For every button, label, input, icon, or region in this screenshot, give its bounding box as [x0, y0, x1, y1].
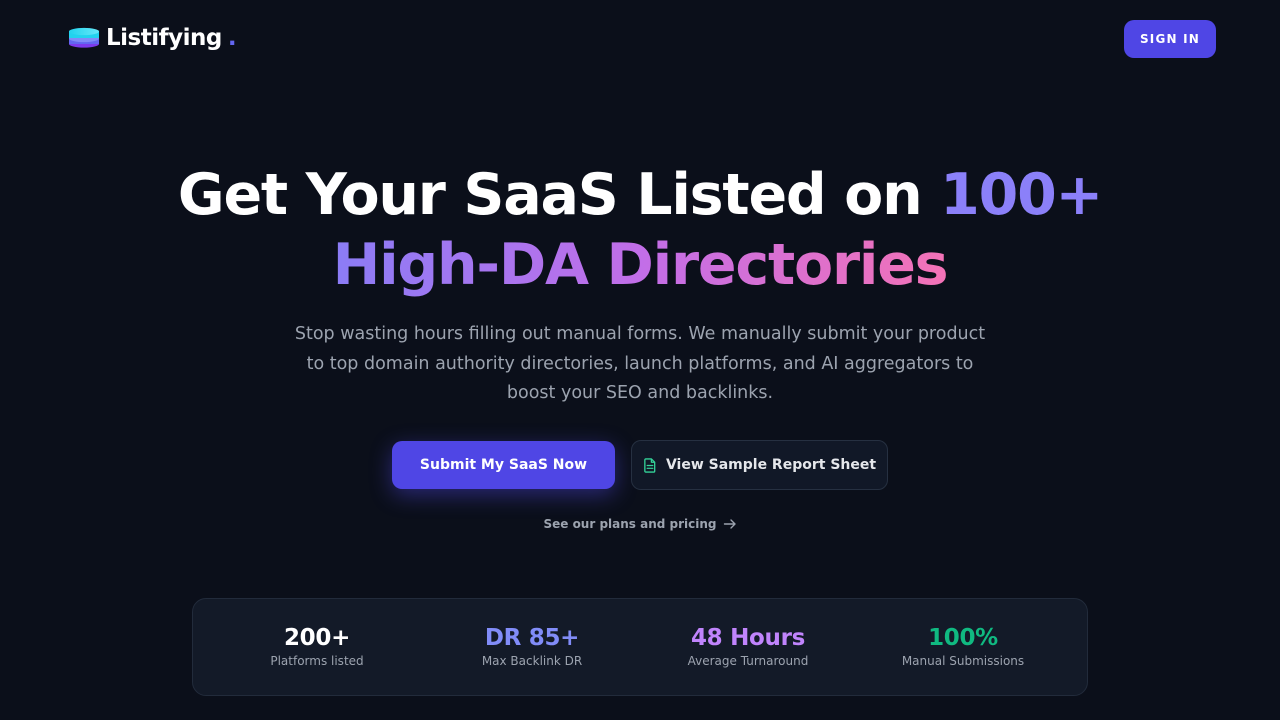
headline-line-1: Get Your SaaS Listed on 100+ — [0, 160, 1280, 230]
brand-name: Listifying — [106, 24, 222, 51]
brand-logo[interactable]: Listifying. — [68, 25, 237, 51]
document-icon — [644, 457, 656, 473]
landing-page: Listifying. SIGN IN Get Your SaaS Listed… — [0, 0, 1280, 720]
stat-label: Average Turnaround — [687, 654, 809, 668]
hero-headline: Get Your SaaS Listed on 100+ High-DA Dir… — [0, 160, 1280, 300]
stat-label: Platforms listed — [270, 654, 364, 668]
headline-line-2: High-DA Directories — [0, 230, 1280, 300]
stat-value: 48 Hours — [690, 625, 806, 651]
stat-manual-submissions: 100% Manual Submissions — [863, 625, 1063, 668]
stat-label: Max Backlink DR — [481, 654, 583, 668]
stats-panel: 200+ Platforms listed DR 85+ Max Backlin… — [192, 598, 1088, 696]
submit-saas-button[interactable]: Submit My SaaS Now — [392, 441, 615, 489]
hero-subtitle: Stop wasting hours filling out manual fo… — [294, 324, 986, 403]
pricing-link-label: See our plans and pricing — [543, 517, 717, 531]
stat-turnaround: 48 Hours Average Turnaround — [648, 625, 848, 668]
stat-platforms: 200+ Platforms listed — [217, 625, 417, 668]
headline-accent: 100+ — [940, 162, 1103, 228]
submit-saas-button-label: Submit My SaaS Now — [419, 457, 588, 473]
stat-value: 100% — [928, 625, 998, 651]
headline-text: Get Your SaaS Listed on — [177, 162, 941, 228]
stat-backlink-dr: DR 85+ Max Backlink DR — [432, 625, 632, 668]
pricing-link-row: See our plans and pricing — [0, 514, 1280, 534]
view-sample-report-label: View Sample Report Sheet — [665, 457, 877, 473]
stat-value: 200+ — [283, 625, 351, 651]
brand-dot: . — [227, 25, 237, 51]
pricing-link[interactable]: See our plans and pricing — [543, 514, 736, 534]
stat-label: Manual Submissions — [901, 654, 1025, 668]
arrow-right-icon — [723, 519, 736, 529]
view-sample-report-button[interactable]: View Sample Report Sheet — [631, 440, 888, 490]
headline-gradient-text: High-DA Directories — [332, 232, 949, 298]
stat-value: DR 85+ — [484, 625, 580, 651]
stacked-layers-icon — [69, 27, 99, 48]
sign-in-button[interactable]: SIGN IN — [1124, 20, 1216, 58]
